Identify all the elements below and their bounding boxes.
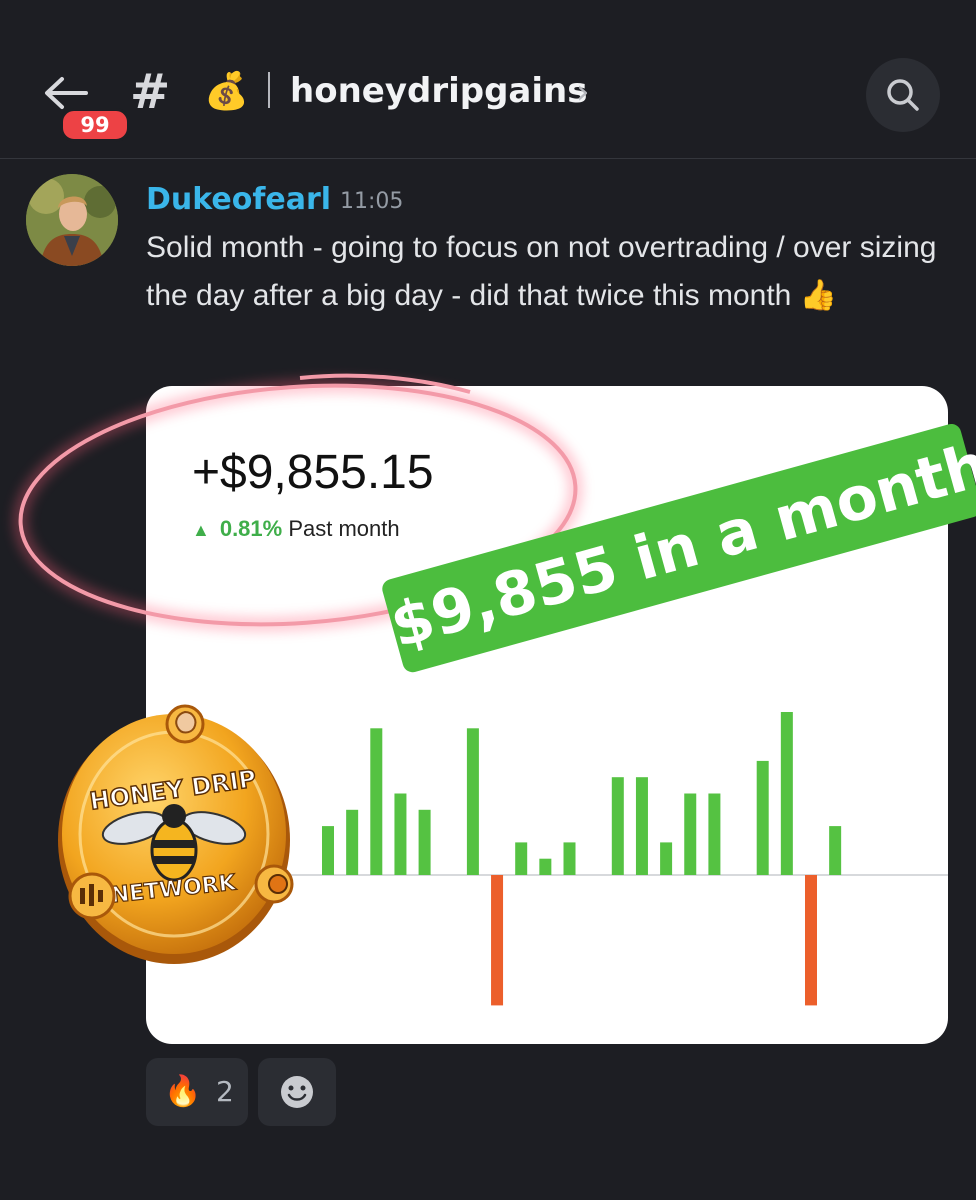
message-text: Solid month - going to focus on not over…: [146, 231, 937, 312]
channel-emoji: 💰: [204, 71, 249, 112]
separator: [268, 72, 270, 108]
arrow-left-icon: [45, 77, 88, 109]
channel-header: 99 # 💰 honeydripgains ›: [0, 0, 976, 159]
add-reaction-button[interactable]: [258, 1058, 336, 1126]
channel-name[interactable]: honeydripgains: [290, 68, 587, 114]
hash-icon: #: [130, 64, 171, 120]
chart-bar: [466, 728, 479, 875]
author-name[interactable]: Dukeofearl: [146, 180, 331, 220]
message-time: 11:05: [340, 189, 404, 214]
honey-drip-logo: HONEY DRIP NETWORK: [58, 704, 294, 964]
fire-icon: 🔥: [164, 1074, 202, 1109]
chart-bar: [708, 793, 721, 875]
chart-bar: [635, 777, 648, 875]
chart-bar: [370, 728, 383, 875]
chart-bar: [660, 842, 673, 875]
reaction-fire[interactable]: 🔥 2: [146, 1058, 248, 1126]
chevron-right-icon[interactable]: ›: [576, 70, 590, 114]
chart-bar: [346, 809, 359, 875]
chart-bar: [780, 712, 793, 875]
chart-bar: [418, 809, 431, 875]
chart-bar: [394, 793, 407, 875]
chart-bar: [756, 760, 769, 875]
chart-bar: [539, 858, 552, 875]
chart-bar: [805, 875, 817, 1006]
avatar[interactable]: [26, 174, 118, 266]
chart-bar: [563, 842, 576, 875]
chart-bar: [515, 842, 528, 875]
reaction-count: 2: [216, 1075, 234, 1108]
chart-bar: [322, 826, 334, 875]
candlestick-icon: [68, 872, 116, 920]
search-icon: [887, 79, 919, 111]
chart-bar: [829, 826, 842, 875]
unread-badge: 99: [60, 108, 130, 142]
chart-bar: [684, 793, 697, 875]
chart-bar: [491, 875, 504, 1006]
add-reaction-icon: [281, 1076, 313, 1108]
chart-bar: [611, 777, 624, 875]
search-button[interactable]: [866, 58, 940, 132]
ball-icon: [254, 864, 294, 904]
